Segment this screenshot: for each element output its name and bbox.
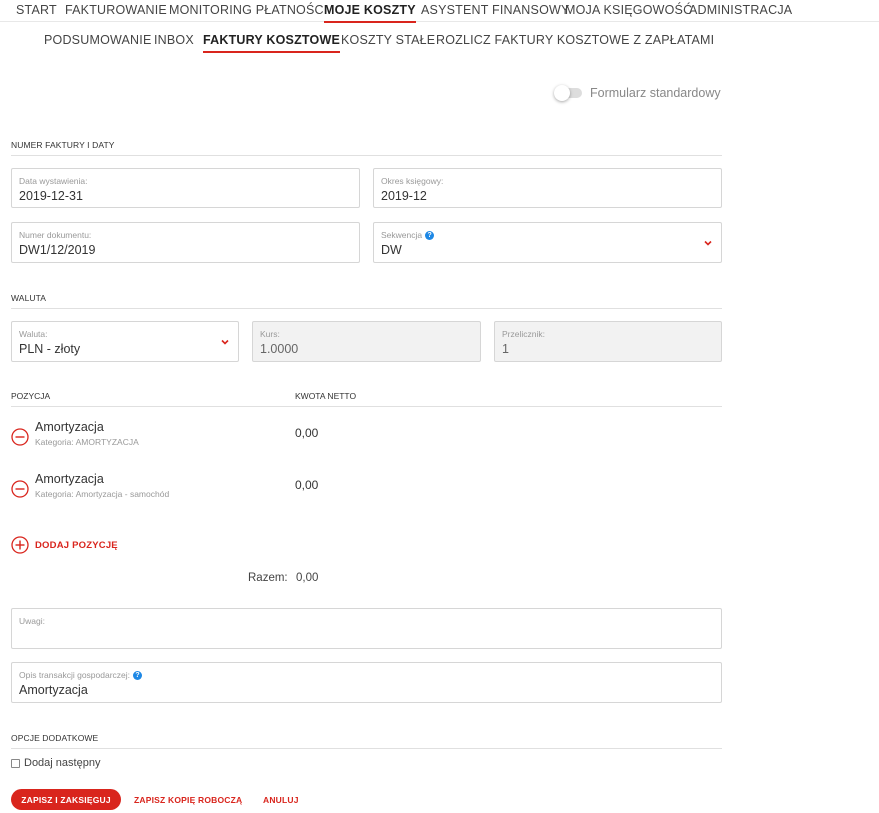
add-position-button[interactable]: DODAJ POZYCJĘ <box>11 536 118 554</box>
add-next-label: Dodaj następny <box>24 757 101 769</box>
currency-value: PLN - złoty <box>19 342 81 356</box>
position-row: Amortyzacja Kategoria: Amortyzacja - sam… <box>11 472 722 512</box>
sequence-label: Sekwencja <box>381 230 423 240</box>
document-number-field[interactable]: Numer dokumentu: DW1/12/2019 <box>11 222 360 263</box>
nav-fakturowanie[interactable]: FAKTUROWANIE <box>65 3 167 17</box>
nav-start[interactable]: START <box>16 3 57 17</box>
add-next-option[interactable]: Dodaj następny <box>11 757 100 769</box>
transaction-description-field[interactable]: Opis transakcji gospodarczej: ? Amortyza… <box>11 662 722 703</box>
help-icon[interactable]: ? <box>133 670 143 680</box>
sequence-value: DW <box>381 243 402 257</box>
subnav-inbox[interactable]: INBOX <box>154 33 194 47</box>
position-amount: 0,00 <box>295 426 319 440</box>
subnav-koszty-stale[interactable]: KOSZTY STAŁE <box>341 33 435 47</box>
add-next-checkbox[interactable] <box>11 758 20 768</box>
column-header-net-amount: KWOTA NETTO <box>295 391 357 401</box>
cancel-button[interactable]: ANULUJ <box>263 795 299 805</box>
position-name: Amortyzacja <box>35 472 104 486</box>
section-divider <box>11 308 722 309</box>
rate-field: Kurs: 1.0000 <box>252 321 481 362</box>
nav-moje-koszty[interactable]: MOJE KOSZTY <box>324 3 416 23</box>
section-title-invoice: NUMER FAKTURY I DATY <box>11 140 115 150</box>
chevron-down-icon <box>221 339 229 345</box>
accounting-period-field[interactable]: Okres księgowy: 2019-12 <box>373 168 722 208</box>
transaction-description-label: Opis transakcji gospodarczej: <box>19 670 131 680</box>
help-icon[interactable]: ? <box>425 230 435 240</box>
converter-field: Przelicznik: 1 <box>494 321 722 362</box>
document-number-label: Numer dokumentu: <box>19 230 92 240</box>
nav-monitoring-platnosci[interactable]: MONITORING PŁATNOŚCI <box>169 3 327 17</box>
save-and-post-button[interactable]: ZAPISZ I ZAKSIĘGUJ <box>11 789 121 810</box>
toggle-knob <box>554 85 570 101</box>
issue-date-label: Data wystawienia: <box>19 176 88 186</box>
nav-moja-ksiegowosc[interactable]: MOJA KSIĘGOWOŚĆ <box>565 3 692 17</box>
accounting-period-label: Okres księgowy: <box>381 176 444 186</box>
save-draft-button[interactable]: ZAPISZ KOPIĘ ROBOCZĄ <box>134 795 242 805</box>
remove-circle-icon[interactable] <box>11 428 29 446</box>
notes-textarea[interactable]: Uwagi: <box>11 608 722 649</box>
transaction-description-label-wrap: Opis transakcji gospodarczej: ? <box>19 670 143 680</box>
nav-asystent-finansowy[interactable]: ASYSTENT FINANSOWY <box>421 3 570 17</box>
section-title-options: OPCJE DODATKOWE <box>11 733 99 743</box>
currency-select[interactable]: Waluta: PLN - złoty <box>11 321 239 362</box>
converter-label: Przelicznik: <box>502 329 545 339</box>
sequence-select[interactable]: Sekwencja ? DW <box>373 222 722 263</box>
position-row: Amortyzacja Kategoria: AMORTYZACJA 0,00 <box>11 420 722 460</box>
position-category: Kategoria: Amortyzacja - samochód <box>35 489 170 499</box>
section-divider <box>11 155 722 156</box>
subnav-rozlicz-faktury[interactable]: ROZLICZ FAKTURY KOSZTOWE Z ZAPŁATAMI <box>436 33 714 47</box>
subnav-faktury-kosztowe[interactable]: FAKTURY KOSZTOWE <box>203 33 341 53</box>
currency-label: Waluta: <box>19 329 48 339</box>
total-label: Razem: <box>248 572 288 584</box>
form-mode-label: Formularz standardowy <box>590 86 721 100</box>
position-amount: 0,00 <box>295 478 319 492</box>
remove-circle-icon[interactable] <box>11 480 29 498</box>
form-mode-toggle[interactable]: Formularz standardowy <box>554 85 721 101</box>
add-position-label: DODAJ POZYCJĘ <box>35 539 118 551</box>
total-value: 0,00 <box>296 572 319 584</box>
chevron-down-icon <box>704 240 712 246</box>
position-category: Kategoria: AMORTYZACJA <box>35 437 139 447</box>
top-navigation: START FAKTUROWANIE MONITORING PŁATNOŚCI … <box>0 0 879 23</box>
positions-divider <box>11 406 722 407</box>
converter-value: 1 <box>502 342 509 356</box>
rate-label: Kurs: <box>260 329 280 339</box>
rate-value: 1.0000 <box>260 342 299 356</box>
issue-date-value: 2019-12-31 <box>19 189 83 203</box>
document-number-value: DW1/12/2019 <box>19 243 96 257</box>
position-name: Amortyzacja <box>35 420 104 434</box>
add-circle-icon <box>11 536 29 554</box>
section-title-currency: WALUTA <box>11 293 47 303</box>
notes-label: Uwagi: <box>19 616 45 626</box>
sequence-label-wrap: Sekwencja ? <box>381 230 435 240</box>
section-divider <box>11 748 722 749</box>
nav-administracja[interactable]: ADMINISTRACJA <box>689 3 792 17</box>
column-header-position: POZYCJA <box>11 391 51 401</box>
subnav-podsumowanie[interactable]: PODSUMOWANIE <box>44 33 152 47</box>
transaction-description-value: Amortyzacja <box>19 683 88 697</box>
issue-date-field[interactable]: Data wystawienia: 2019-12-31 <box>11 168 360 208</box>
toggle-switch[interactable] <box>554 85 582 101</box>
accounting-period-value: 2019-12 <box>381 189 427 203</box>
